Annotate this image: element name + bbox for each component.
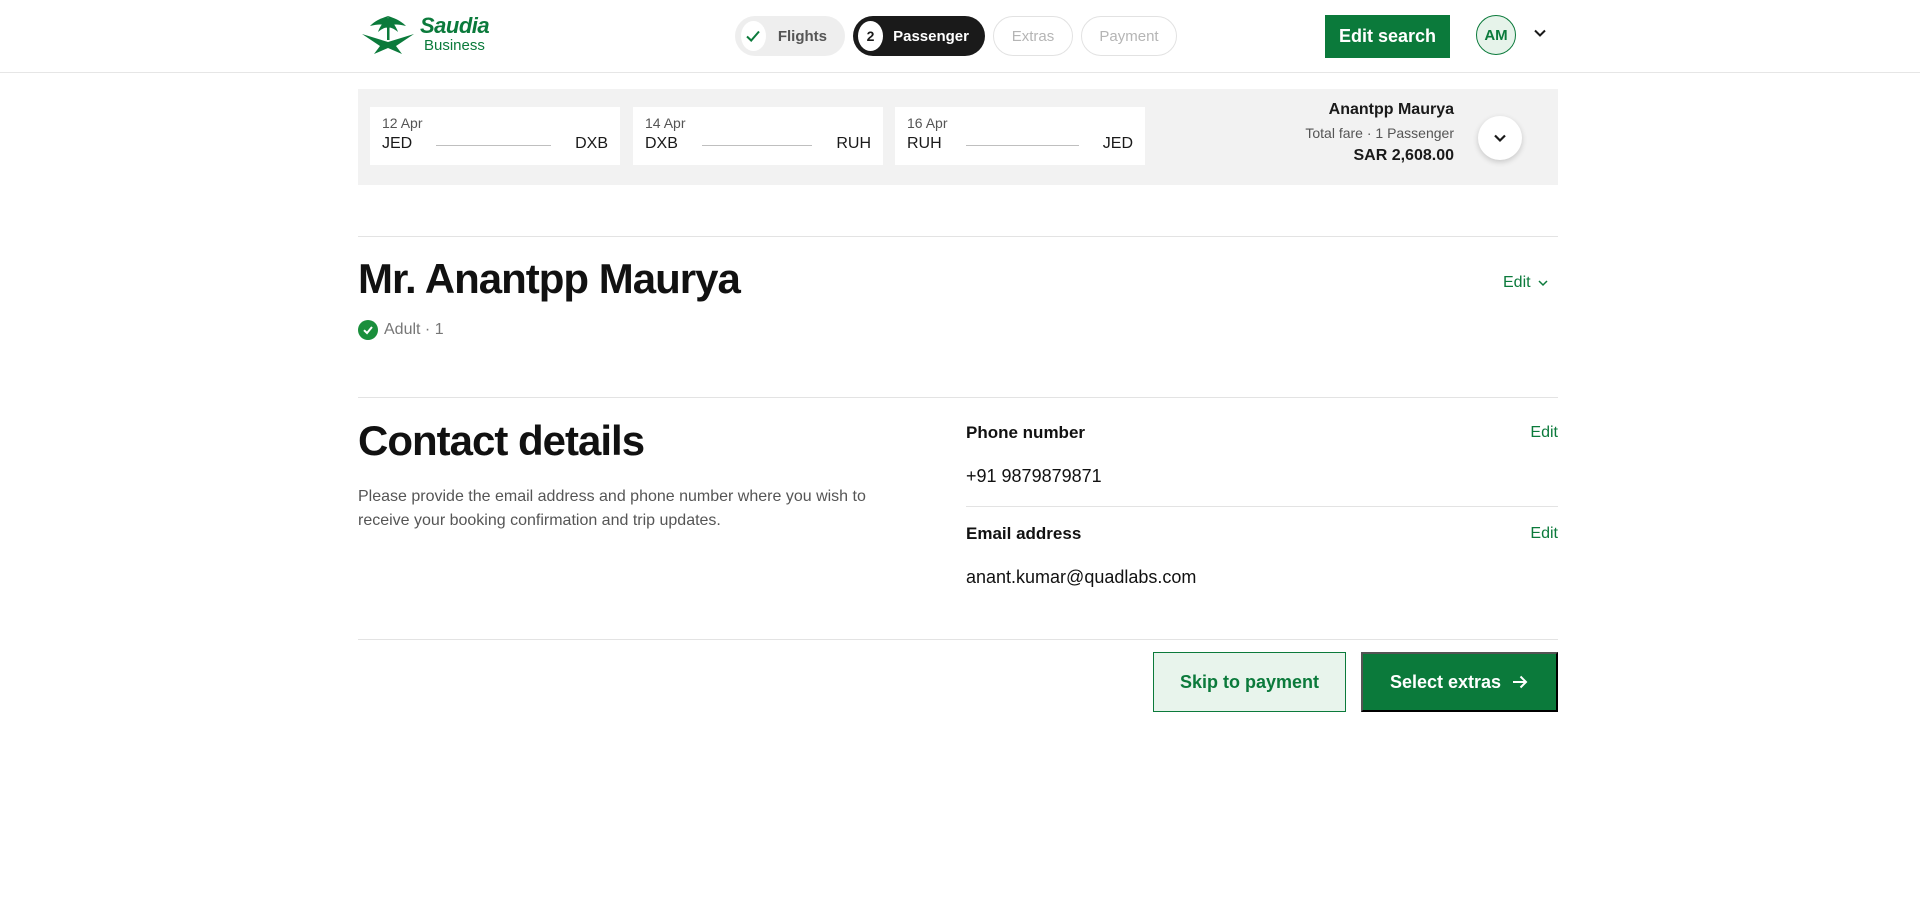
booking-steps: Flights 2 Passenger Extras Payment xyxy=(735,16,1177,56)
fare-amount: SAR 2,608.00 xyxy=(1353,147,1454,164)
edit-label: Edit xyxy=(1503,274,1531,291)
segment-destination: RUH xyxy=(836,135,871,152)
check-icon xyxy=(741,21,766,51)
chevron-down-icon xyxy=(1538,280,1548,287)
route-line xyxy=(436,144,552,146)
step-passenger[interactable]: 2 Passenger xyxy=(853,16,985,56)
email-value: anant.kumar@quadlabs.com xyxy=(966,567,1197,587)
saudia-logo[interactable]: Saudia Business xyxy=(358,12,490,56)
step-payment[interactable]: Payment xyxy=(1081,16,1177,56)
passenger-type-label: Adult · 1 xyxy=(384,321,444,338)
flight-segment: 12 Apr JED DXB xyxy=(370,107,620,165)
step-label: Extras xyxy=(1011,27,1055,45)
check-circle-icon xyxy=(358,320,378,340)
passenger-type: Adult · 1 xyxy=(358,320,444,340)
segment-origin: JED xyxy=(382,135,413,152)
traveller-name: Anantpp Maurya xyxy=(1328,101,1454,118)
divider xyxy=(358,236,1558,237)
brand-sub: Business xyxy=(424,37,485,54)
fare-summary: Anantpp Maurya Total fare · 1 Passenger … xyxy=(1305,101,1454,165)
step-number: 2 xyxy=(858,21,884,51)
phone-label: Phone number xyxy=(966,423,1086,442)
top-header: Saudia Business Flights 2 Passenger Extr… xyxy=(0,0,1920,73)
itinerary-summary: 12 Apr JED DXB 14 Apr DXB RUH 16 Apr RUH… xyxy=(358,89,1558,185)
segment-destination: DXB xyxy=(575,135,608,152)
select-extras-button[interactable]: Select extras xyxy=(1361,652,1558,712)
fare-label: Total fare · 1 Passenger xyxy=(1305,125,1454,141)
edit-search-button[interactable]: Edit search xyxy=(1325,15,1450,58)
contact-description: Please provide the email address and pho… xyxy=(358,488,866,529)
brand-name: Saudia xyxy=(420,13,490,38)
divider xyxy=(966,506,1558,507)
segment-origin: RUH xyxy=(907,135,942,152)
segment-origin: DXB xyxy=(645,135,678,152)
passenger-edit-button[interactable]: Edit xyxy=(1503,274,1549,292)
email-label: Email address xyxy=(966,524,1082,543)
divider xyxy=(358,639,1558,640)
flight-segment: 16 Apr RUH JED xyxy=(895,107,1145,165)
segment-destination: JED xyxy=(1102,135,1133,152)
step-flights[interactable]: Flights xyxy=(735,16,845,56)
skip-to-payment-button[interactable]: Skip to payment xyxy=(1153,652,1346,712)
segment-date: 12 Apr xyxy=(382,115,423,131)
arrow-right-icon xyxy=(1513,675,1528,689)
avatar[interactable]: AM xyxy=(1476,15,1516,55)
segment-date: 14 Apr xyxy=(645,115,686,131)
flight-segment: 14 Apr DXB RUH xyxy=(633,107,883,165)
route-line xyxy=(701,144,813,146)
select-extras-label: Select extras xyxy=(1389,671,1502,692)
step-extras[interactable]: Extras xyxy=(993,16,1073,56)
segment-date: 16 Apr xyxy=(907,115,948,131)
email-edit-button[interactable]: Edit xyxy=(1527,525,1558,543)
chevron-down-icon[interactable] xyxy=(1532,25,1548,41)
expand-itinerary-button[interactable] xyxy=(1478,116,1522,160)
route-line xyxy=(965,144,1079,146)
divider xyxy=(358,397,1558,398)
phone-edit-button[interactable]: Edit xyxy=(1527,424,1558,442)
step-label: Passenger xyxy=(893,27,969,45)
step-label: Flights xyxy=(777,27,827,45)
contact-title: Contact details xyxy=(358,417,645,464)
palm-swords-icon xyxy=(362,16,414,54)
step-label: Payment xyxy=(1099,27,1159,45)
passenger-name: Mr. Anantpp Maurya xyxy=(358,255,741,302)
chevron-down-icon xyxy=(1494,134,1506,143)
phone-value: +91 9879879871 xyxy=(966,466,1102,486)
